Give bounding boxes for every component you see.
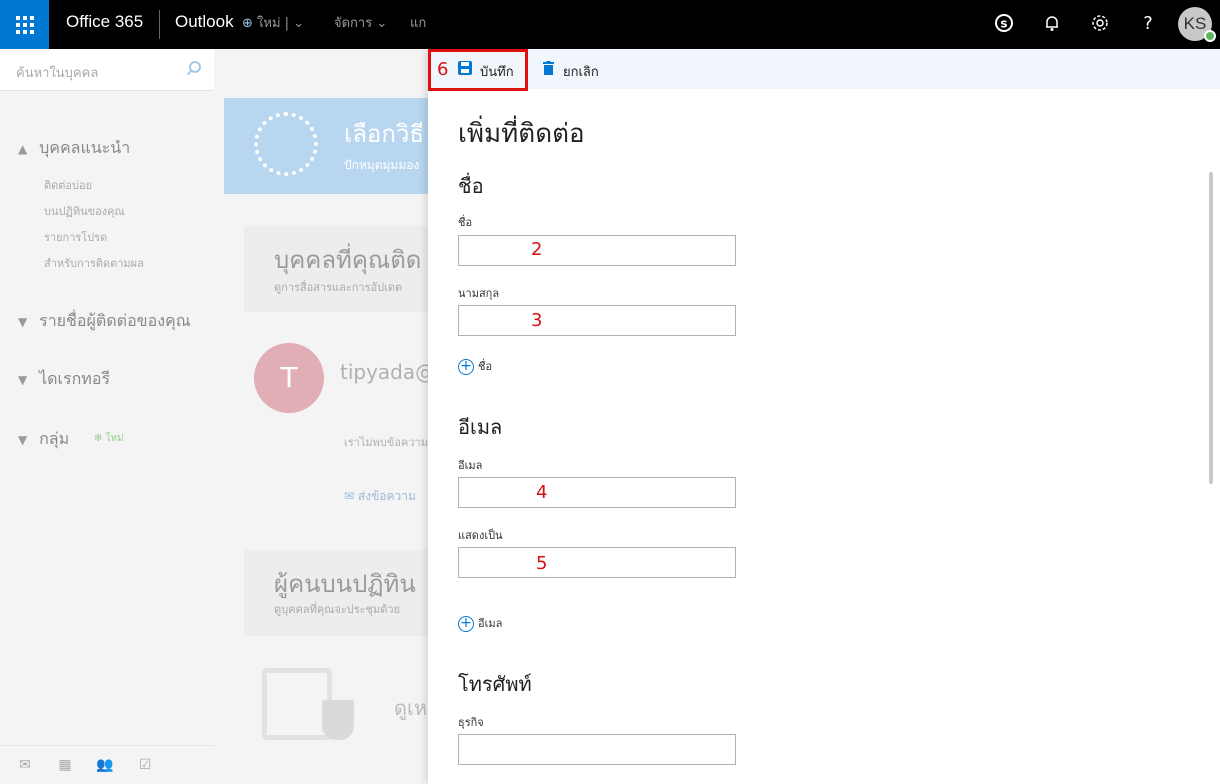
svg-text:s: s (1000, 17, 1007, 31)
nav-suggested[interactable]: ▲ บุคคลแนะนำ (18, 136, 130, 161)
nav-item-frequent[interactable]: ติดต่อบ่อย (44, 176, 92, 194)
step-annotation: 2 (531, 239, 543, 260)
business-phone-field[interactable] (458, 734, 736, 765)
app-launcher-icon[interactable] (0, 0, 49, 49)
coffee-cup-icon (322, 700, 354, 740)
email-label: อีเมล (458, 459, 483, 472)
nav-item-calendar[interactable]: บนปฏิทินของคุณ (44, 202, 125, 220)
add-icon: + (458, 359, 474, 375)
help-icon[interactable]: ? (1136, 12, 1160, 36)
banner-subtitle: ปักหมุดมุมมอง (344, 158, 420, 172)
new-badge: ✻ ใหม่ (94, 433, 124, 444)
skype-icon[interactable]: s (992, 12, 1016, 36)
app-title[interactable]: Outlook (175, 12, 234, 32)
person-name[interactable]: tipyada@ (340, 360, 428, 384)
step-annotation: 4 (536, 482, 548, 503)
add-email-link[interactable]: + อีเมล (458, 614, 502, 632)
email-section-title: อีเมล (458, 415, 503, 439)
illustration-text: ดูเห (394, 696, 428, 720)
add-name-link[interactable]: + ชื่อ (458, 357, 492, 375)
divider (159, 10, 160, 39)
card-title: ผู้คนบนปฏิทิน (274, 570, 416, 598)
people-icon[interactable]: 👥 (96, 756, 114, 774)
first-name-label: ชื่อ (458, 216, 473, 229)
last-name-field[interactable] (458, 305, 736, 336)
bell-icon[interactable] (1040, 12, 1064, 36)
last-name-label: นามสกุล (458, 287, 500, 300)
manage-button[interactable]: จัดการ ⌄ (334, 12, 387, 33)
add-icon: + (458, 616, 474, 632)
display-as-label: แสดงเป็น (458, 529, 503, 542)
chevron-down-icon: ▼ (18, 373, 28, 387)
display-as-field[interactable] (458, 547, 736, 578)
plus-icon: ⊕ (242, 16, 253, 31)
new-button[interactable]: ⊕ ใหม่ | ⌄ (242, 12, 304, 33)
chevron-down-icon: ▼ (18, 315, 28, 329)
calendar-icon[interactable]: ▦ (56, 756, 74, 774)
gear-icon[interactable] (1088, 12, 1112, 36)
card-subtitle: ดูบุคคลที่คุณจะประชุมด้วย (274, 603, 401, 616)
send-message-link[interactable]: ✉ ส่งข้อความ (344, 487, 428, 506)
phone-section-title: โทรศัพท์ (458, 672, 532, 696)
nav-item-followup[interactable]: สำหรับการติดตามผล (44, 254, 144, 272)
brand-title[interactable]: Office 365 (66, 12, 143, 32)
nav-your-contacts[interactable]: ▼ รายชื่อผู้ติดต่อของคุณ (18, 309, 191, 334)
save-button-label[interactable]: บันทึก (480, 61, 514, 82)
module-switcher: ✉ ▦ 👥 ☑ (0, 745, 214, 784)
nav-item-favorites[interactable]: รายการโปรด (44, 228, 107, 246)
chevron-down-icon: ▼ (18, 433, 28, 447)
card-title: บุคคลที่คุณติด (274, 246, 422, 274)
edit-button[interactable]: แก (410, 12, 426, 33)
form-title: เพิ่มที่ติดต่อ (458, 119, 585, 149)
mail-icon: ✉ (344, 489, 355, 503)
person-avatar[interactable]: T (254, 343, 324, 413)
search-icon[interactable] (186, 60, 202, 76)
tasks-icon[interactable]: ☑ (136, 756, 154, 774)
business-phone-label: ธุรกิจ (458, 716, 484, 729)
card-subtitle: ดูการสื่อสารและการอัปเดต (274, 281, 403, 294)
chevron-up-icon: ▲ (18, 142, 28, 156)
banner-title: เลือกวิธี (344, 120, 424, 148)
email-field[interactable] (458, 477, 736, 508)
first-name-field[interactable] (458, 235, 736, 266)
add-contact-panel (428, 49, 1220, 784)
search-input[interactable]: ค้นหาในบุคคล (16, 62, 98, 83)
presence-indicator (1204, 30, 1216, 42)
top-bar: Office 365 Outlook s ? KS (0, 0, 1220, 49)
trash-icon[interactable] (543, 61, 554, 75)
mail-icon[interactable]: ✉ (16, 756, 34, 774)
name-section-title: ชื่อ (458, 174, 484, 198)
nav-groups[interactable]: ▼ กลุ่ม (18, 427, 69, 452)
discard-button[interactable]: ยกเลิก (563, 61, 599, 82)
nav-directory[interactable]: ▼ ไดเรกทอรี (18, 367, 110, 392)
step-annotation: 5 (536, 553, 548, 574)
panel-scrollbar[interactable] (1209, 172, 1213, 484)
pin-icon (254, 112, 318, 176)
step-annotation: 6 (437, 59, 449, 80)
search-box[interactable]: ค้นหาในบุคคล (0, 49, 214, 91)
save-icon (458, 61, 472, 75)
step-annotation: 3 (531, 310, 543, 331)
person-note: เราไม่พบข้อความ (344, 436, 428, 449)
